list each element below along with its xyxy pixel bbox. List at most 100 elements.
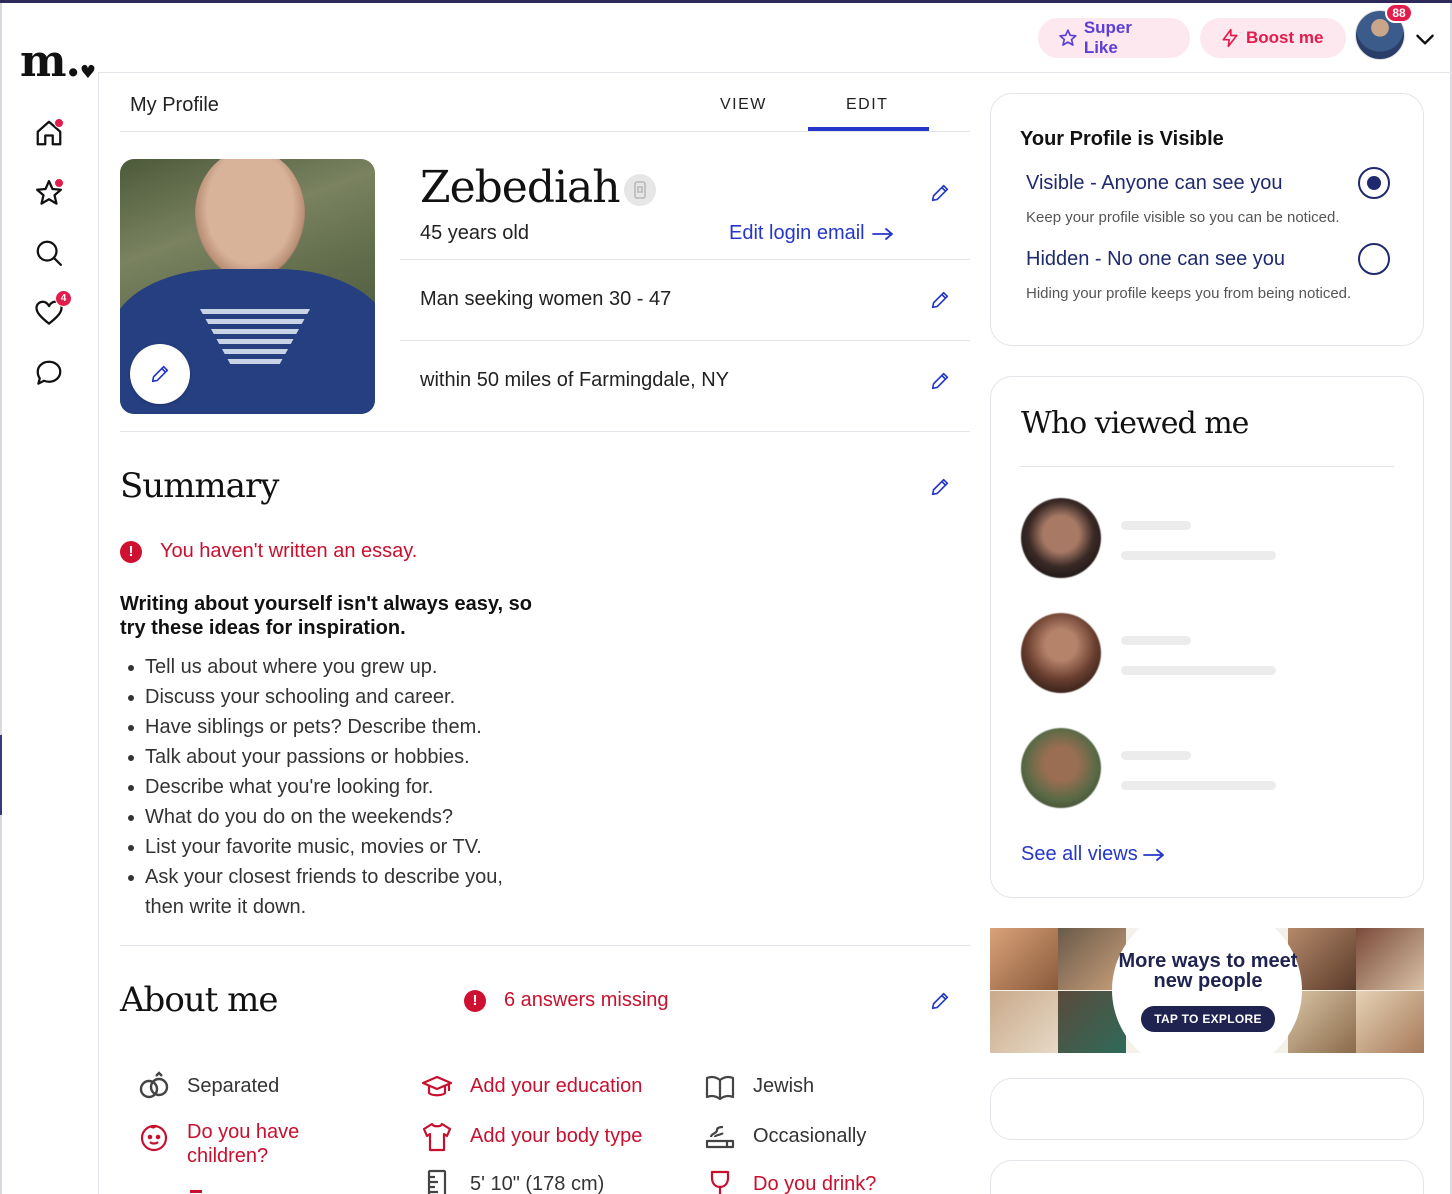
nav-home[interactable] bbox=[32, 116, 66, 150]
star-outline-icon bbox=[1059, 29, 1077, 46]
about-label: Do you drink? bbox=[753, 1173, 877, 1194]
about-drinking[interactable]: Do you drink? bbox=[703, 1168, 876, 1194]
about-label: Do you have children? bbox=[187, 1121, 300, 1167]
profile-name: Zebediah bbox=[420, 162, 621, 213]
about-religion[interactable]: Jewish bbox=[703, 1070, 814, 1104]
hidden-option-label[interactable]: Hidden - No one can see you bbox=[1026, 248, 1285, 271]
about-smoking[interactable]: Occasionally bbox=[703, 1120, 866, 1154]
lightning-icon bbox=[1222, 28, 1238, 48]
ad-photo bbox=[990, 928, 1058, 990]
edit-seeking-pencil-icon[interactable] bbox=[929, 289, 951, 311]
tip-item: Talk about your passions or hobbies. bbox=[128, 742, 545, 772]
about-heading: About me bbox=[120, 980, 279, 1020]
who-viewed-heading: Who viewed me bbox=[1021, 406, 1249, 441]
visible-option-label[interactable]: Visible - Anyone can see you bbox=[1026, 172, 1282, 195]
alert-icon: ! bbox=[464, 989, 486, 1012]
tap-to-explore-button[interactable]: TAP TO EXPLORE bbox=[1141, 1006, 1275, 1032]
profile-location: within 50 miles of Farmingdale, NY bbox=[420, 369, 730, 391]
edit-name-pencil-icon[interactable] bbox=[929, 182, 951, 204]
profile-seeking: Man seeking women 30 - 47 bbox=[420, 288, 672, 310]
about-missing-text: 6 answers missing bbox=[504, 989, 669, 1011]
wine-icon bbox=[710, 1170, 730, 1194]
edit-login-email-label: Edit login email bbox=[729, 222, 865, 244]
brand-logo[interactable]: m.♥ bbox=[20, 40, 96, 93]
tip-item: Describe what you're looking for. bbox=[128, 772, 545, 802]
row-divider bbox=[400, 340, 970, 341]
row-divider bbox=[400, 259, 970, 260]
super-like-button[interactable]: Super Like bbox=[1038, 18, 1190, 58]
main-divider bbox=[98, 72, 99, 1194]
tips-heading: Writing about yourself isn't always easy… bbox=[120, 593, 532, 639]
about-relationship-status[interactable]: Separated bbox=[137, 1070, 279, 1104]
nav-intros[interactable]: 4 bbox=[32, 290, 72, 330]
section-divider bbox=[120, 945, 970, 946]
about-children[interactable]: Do you have children? bbox=[137, 1120, 327, 1168]
edit-location-pencil-icon[interactable] bbox=[929, 370, 951, 392]
ad-photo bbox=[990, 991, 1058, 1053]
edit-about-pencil-icon[interactable] bbox=[929, 990, 951, 1012]
phone-icon bbox=[634, 181, 646, 199]
ad-photo bbox=[1356, 928, 1424, 990]
viewer-detail-placeholder bbox=[1121, 781, 1276, 790]
graduation-cap-icon bbox=[421, 1075, 453, 1097]
viewer-detail-placeholder bbox=[1121, 551, 1276, 560]
visible-option-sub: Keep your profile visible so you can be … bbox=[1026, 209, 1340, 226]
chevron-down-icon[interactable] bbox=[1412, 26, 1438, 52]
tip-item: Have siblings or pets? Describe them. bbox=[128, 712, 545, 742]
nav-messages[interactable] bbox=[32, 356, 66, 390]
about-label: Add your body type bbox=[470, 1125, 643, 1147]
explore-ad-banner[interactable]: More ways to meet new people TAP TO EXPL… bbox=[990, 928, 1424, 1053]
viewer-name-placeholder bbox=[1121, 636, 1191, 645]
viewer-avatar[interactable] bbox=[1021, 498, 1101, 578]
arrow-right-icon bbox=[1142, 848, 1164, 861]
baby-icon bbox=[140, 1124, 168, 1152]
logo-text: m. bbox=[20, 36, 81, 87]
edit-photo-button[interactable] bbox=[130, 344, 190, 404]
empty-card bbox=[990, 1078, 1424, 1140]
summary-alert[interactable]: ! You haven't written an essay. bbox=[120, 540, 417, 563]
about-label: Jewish bbox=[753, 1075, 815, 1097]
about-body-type[interactable]: Add your body type bbox=[420, 1120, 642, 1154]
nav-likes[interactable] bbox=[32, 176, 66, 210]
summary-alert-text: You haven't written an essay. bbox=[160, 540, 418, 562]
visibility-title: Your Profile is Visible bbox=[1020, 128, 1224, 150]
heart-count-badge: 4 bbox=[55, 290, 72, 307]
boost-button[interactable]: Boost me bbox=[1200, 18, 1346, 58]
viewer-avatar[interactable] bbox=[1021, 728, 1101, 808]
chat-icon bbox=[36, 360, 62, 385]
hidden-option-sub: Hiding your profile keeps you from being… bbox=[1026, 285, 1352, 302]
tab-view[interactable]: VIEW bbox=[720, 96, 767, 114]
window-top-border bbox=[0, 0, 1452, 3]
verify-phone-badge[interactable] bbox=[624, 174, 656, 206]
radio-selected-dot bbox=[1367, 176, 1381, 190]
about-label: Occasionally bbox=[753, 1125, 867, 1147]
book-icon bbox=[705, 1075, 735, 1101]
about-education[interactable]: Add your education bbox=[420, 1070, 642, 1104]
boost-label: Boost me bbox=[1246, 28, 1324, 47]
edit-summary-pencil-icon[interactable] bbox=[929, 476, 951, 498]
logo-heart: ♥ bbox=[79, 62, 96, 83]
summary-heading: Summary bbox=[120, 466, 279, 506]
empty-card bbox=[990, 1160, 1424, 1194]
tips-list: Tell us about where you grew up. Discuss… bbox=[128, 652, 545, 922]
about-label: 5' 10" (178 cm) bbox=[470, 1173, 605, 1194]
tip-item: Discuss your schooling and career. bbox=[128, 682, 545, 712]
nav-search[interactable] bbox=[32, 236, 66, 270]
viewer-avatar[interactable] bbox=[1021, 613, 1101, 693]
tab-edit[interactable]: EDIT bbox=[846, 96, 888, 114]
search-icon bbox=[36, 240, 62, 266]
see-all-views-link[interactable]: See all views bbox=[1021, 843, 1166, 866]
window-left-accent bbox=[0, 735, 2, 815]
about-height[interactable]: 5' 10" (178 cm) bbox=[420, 1168, 604, 1194]
alert-icon: ! bbox=[120, 540, 142, 563]
about-missing-alert[interactable]: ! 6 answers missing bbox=[464, 989, 669, 1012]
section-divider bbox=[120, 431, 970, 432]
header-divider bbox=[98, 72, 1452, 73]
edit-login-email-link[interactable]: Edit login email bbox=[729, 222, 895, 245]
visible-radio[interactable] bbox=[1358, 167, 1390, 199]
pencil-icon bbox=[151, 365, 169, 383]
page-title: My Profile bbox=[130, 94, 219, 116]
hidden-radio[interactable] bbox=[1358, 243, 1390, 275]
avatar-notification-badge: 88 bbox=[1385, 3, 1413, 23]
shirt-icon bbox=[422, 1122, 452, 1152]
